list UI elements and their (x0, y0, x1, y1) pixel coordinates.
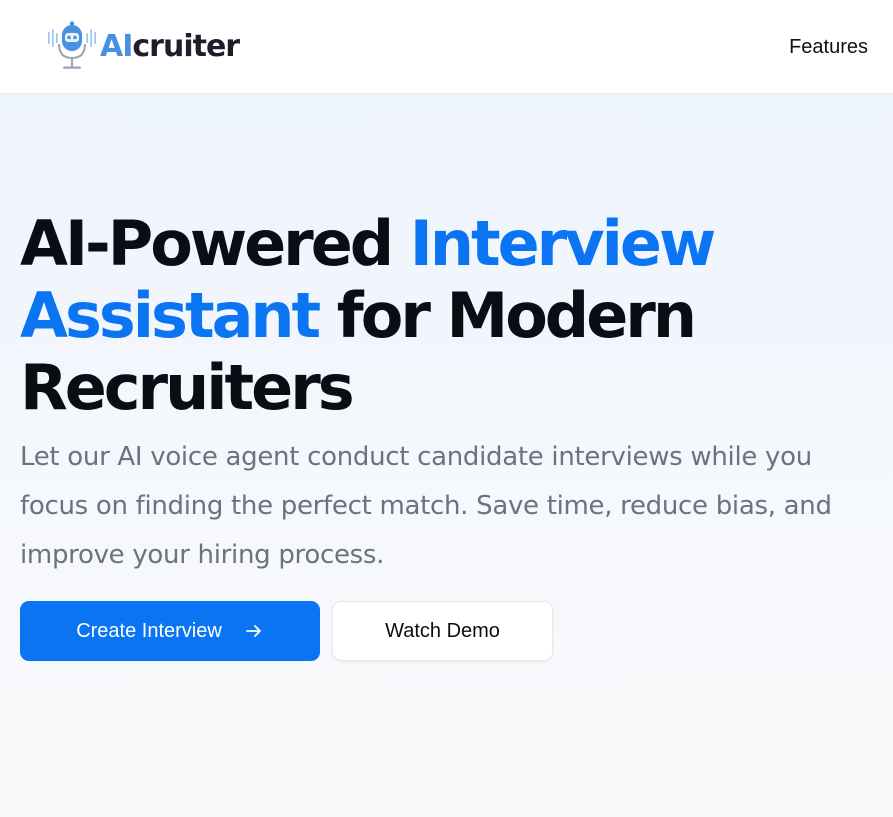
brand-logo[interactable]: AIcruiter (46, 20, 240, 72)
create-interview-button[interactable]: Create Interview (20, 601, 320, 661)
hero-headline: AI-Powered Interview Assistant for Moder… (20, 208, 880, 424)
hero-subtext: Let our AI voice agent conduct candidate… (20, 442, 832, 570)
watch-demo-label: Watch Demo (385, 619, 500, 642)
brand-name: AIcruiter (100, 29, 240, 64)
brand-name-accent: AI (100, 29, 133, 64)
nav-link-features[interactable]: Features (789, 36, 868, 59)
microphone-robot-icon (48, 21, 96, 69)
watch-demo-button[interactable]: Watch Demo (332, 601, 553, 661)
brand-name-rest: cruiter (132, 29, 240, 64)
arrow-right-icon (245, 625, 261, 637)
headline-part-1: AI-Powered (20, 207, 410, 280)
top-navbar: AIcruiter Features (0, 0, 893, 94)
create-interview-label: Create Interview (76, 619, 222, 642)
